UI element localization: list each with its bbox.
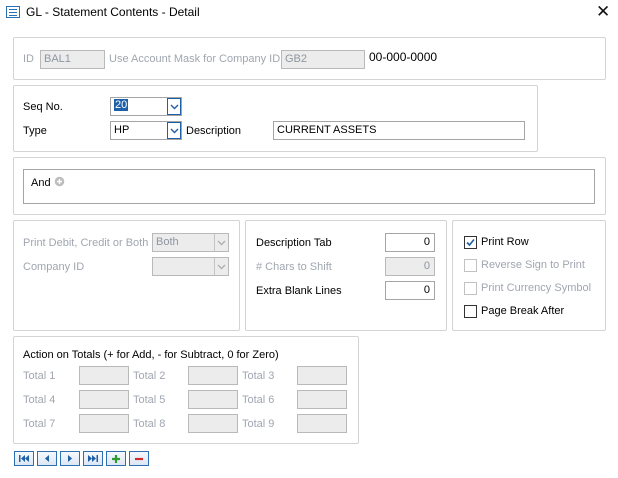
company-id-label: Company ID bbox=[23, 261, 85, 273]
chevron-down-icon[interactable] bbox=[214, 234, 228, 251]
total-4-field[interactable] bbox=[79, 390, 129, 409]
sequence-panel bbox=[13, 85, 538, 152]
description-tab-field[interactable]: 0 bbox=[385, 233, 435, 252]
total-3-field[interactable] bbox=[297, 366, 347, 385]
page-break-label: Page Break After bbox=[481, 305, 565, 317]
check-icon bbox=[466, 238, 475, 247]
total-5-field[interactable] bbox=[188, 390, 238, 409]
delete-record-icon[interactable] bbox=[129, 451, 149, 466]
chevron-down-icon[interactable] bbox=[167, 122, 181, 139]
and-label: And bbox=[31, 177, 51, 189]
chevron-down-icon[interactable] bbox=[167, 98, 181, 115]
close-icon[interactable]: ✕ bbox=[596, 3, 610, 21]
total-4-label: Total 4 bbox=[23, 394, 56, 406]
plus-circle-icon[interactable] bbox=[54, 176, 65, 190]
total-6-label: Total 6 bbox=[242, 394, 275, 406]
first-record-icon[interactable] bbox=[14, 451, 34, 466]
total-9-field[interactable] bbox=[297, 414, 347, 433]
print-row-label: Print Row bbox=[481, 236, 529, 248]
total-9-label: Total 9 bbox=[242, 418, 275, 430]
print-debit-credit-combo[interactable]: Both bbox=[152, 233, 229, 252]
next-record-icon[interactable] bbox=[60, 451, 80, 466]
add-record-icon[interactable] bbox=[106, 451, 126, 466]
total-2-field[interactable] bbox=[188, 366, 238, 385]
description-tab-label: Description Tab bbox=[256, 237, 332, 249]
chars-to-shift-field[interactable]: 0 bbox=[385, 257, 435, 276]
id-label: ID bbox=[23, 53, 34, 65]
total-5-label: Total 5 bbox=[133, 394, 166, 406]
company-id-combo[interactable] bbox=[152, 257, 229, 276]
seq-value: 20 bbox=[114, 99, 129, 111]
chars-to-shift-label: # Chars to Shift bbox=[256, 261, 332, 273]
total-3-label: Total 3 bbox=[242, 370, 275, 382]
print-debit-credit-value: Both bbox=[156, 236, 179, 248]
extra-blank-lines-field[interactable]: 0 bbox=[385, 281, 435, 300]
and-conditions-box[interactable] bbox=[23, 169, 595, 204]
seq-label: Seq No. bbox=[23, 101, 63, 113]
description-label: Description bbox=[186, 125, 242, 137]
print-debit-credit-label: Print Debit, Credit or Both bbox=[23, 237, 149, 249]
id-field[interactable]: BAL1 bbox=[40, 50, 105, 69]
total-6-field[interactable] bbox=[297, 390, 347, 409]
reverse-sign-label: Reverse Sign to Print bbox=[481, 259, 585, 271]
totals-heading: Action on Totals (+ for Add, - for Subtr… bbox=[23, 349, 279, 361]
description-field[interactable]: CURRENT ASSETS bbox=[273, 121, 525, 140]
print-currency-checkbox[interactable] bbox=[464, 282, 477, 295]
total-7-label: Total 7 bbox=[23, 418, 56, 430]
total-1-field[interactable] bbox=[79, 366, 129, 385]
reverse-sign-checkbox[interactable] bbox=[464, 259, 477, 272]
type-value: HP bbox=[114, 124, 130, 136]
total-2-label: Total 2 bbox=[133, 370, 166, 382]
mask-label: Use Account Mask for Company ID bbox=[109, 53, 281, 65]
total-8-field[interactable] bbox=[188, 414, 238, 433]
print-row-checkbox[interactable] bbox=[464, 236, 477, 249]
type-label: Type bbox=[23, 125, 47, 137]
seq-combo[interactable]: 20 bbox=[110, 97, 182, 116]
page-break-checkbox[interactable] bbox=[464, 305, 477, 318]
total-7-field[interactable] bbox=[79, 414, 129, 433]
account-mask-format: 00-000-0000 bbox=[369, 50, 438, 64]
last-record-icon[interactable] bbox=[83, 451, 103, 466]
previous-record-icon[interactable] bbox=[37, 451, 57, 466]
window-title: GL - Statement Contents - Detail bbox=[26, 5, 200, 19]
print-currency-label: Print Currency Symbol bbox=[481, 282, 592, 294]
total-1-label: Total 1 bbox=[23, 370, 56, 382]
total-8-label: Total 8 bbox=[133, 418, 166, 430]
chevron-down-icon[interactable] bbox=[214, 258, 228, 275]
mask-company-field[interactable]: GB2 bbox=[281, 50, 365, 69]
extra-blank-lines-label: Extra Blank Lines bbox=[256, 285, 342, 297]
type-combo[interactable]: HP bbox=[110, 121, 182, 140]
form-icon bbox=[6, 6, 20, 18]
